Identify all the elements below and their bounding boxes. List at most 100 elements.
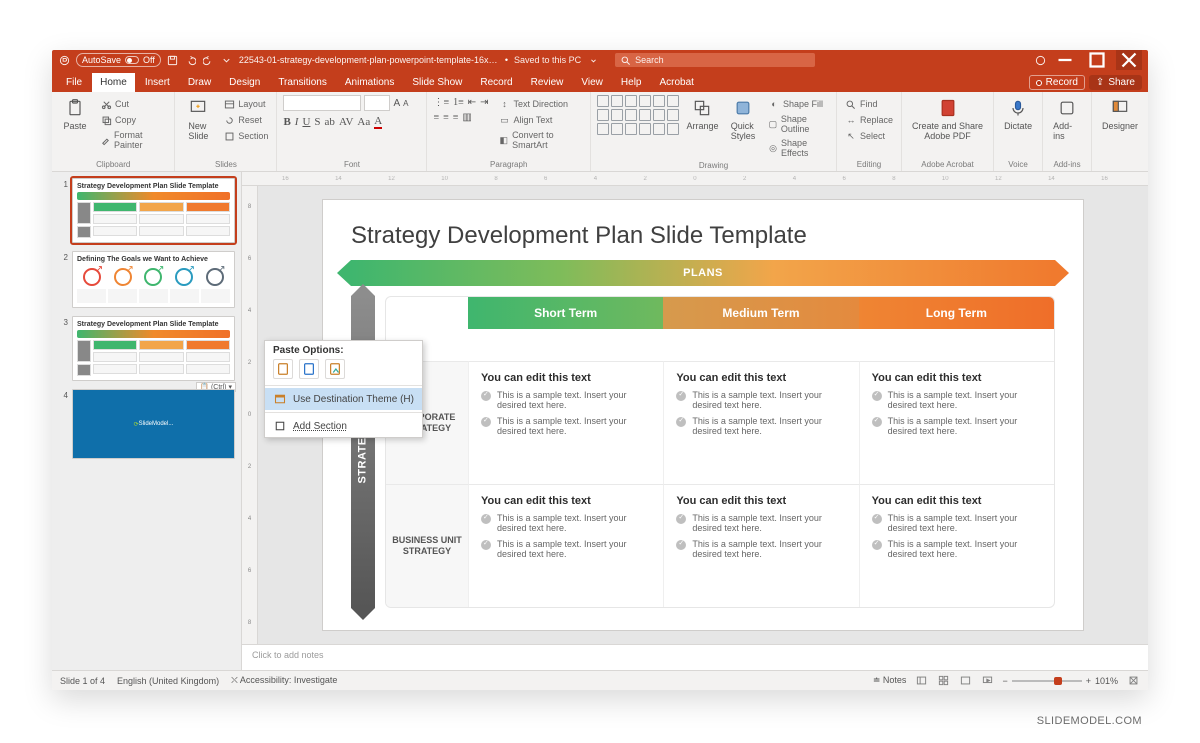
record-button[interactable]: Record bbox=[1029, 75, 1085, 90]
tab-file[interactable]: File bbox=[58, 73, 90, 92]
font-family-combo[interactable] bbox=[283, 95, 361, 111]
cell-r2c3[interactable]: You can edit this textThis is a sample t… bbox=[859, 484, 1054, 607]
designer-button[interactable]: Designer bbox=[1098, 95, 1142, 133]
cut-button[interactable]: Cut bbox=[98, 97, 168, 111]
align-left-button[interactable]: ≡ bbox=[433, 112, 439, 123]
paste-option-1[interactable] bbox=[273, 359, 293, 379]
tab-insert[interactable]: Insert bbox=[137, 73, 178, 92]
dictate-button[interactable]: Dictate bbox=[1000, 95, 1036, 133]
thumbnail-3[interactable]: 3 Strategy Development Plan Slide Templa… bbox=[58, 316, 235, 381]
select-button[interactable]: ↖Select bbox=[843, 129, 895, 143]
normal-view-button[interactable] bbox=[914, 674, 928, 688]
align-text-button[interactable]: ▭Align Text bbox=[497, 113, 584, 127]
shape-effects-button[interactable]: ◎Shape Effects bbox=[766, 137, 830, 159]
zoom-slider[interactable]: − + 101% bbox=[1002, 676, 1118, 686]
reading-view-button[interactable] bbox=[958, 674, 972, 688]
shadow-button[interactable]: ab bbox=[325, 116, 335, 128]
bold-button[interactable]: B bbox=[283, 116, 290, 128]
tab-view[interactable]: View bbox=[573, 73, 611, 92]
account-icon[interactable] bbox=[1034, 54, 1046, 66]
reset-button[interactable]: Reset bbox=[221, 113, 270, 127]
font-color-button[interactable]: A bbox=[374, 115, 382, 129]
paste-option-2[interactable] bbox=[299, 359, 319, 379]
tab-animations[interactable]: Animations bbox=[337, 73, 402, 92]
indent-inc-button[interactable]: ⇥ bbox=[480, 97, 488, 108]
share-button[interactable]: ⇪Share bbox=[1089, 75, 1142, 90]
shape-outline-button[interactable]: ▢Shape Outline bbox=[766, 113, 830, 135]
find-button[interactable]: Find bbox=[843, 97, 895, 111]
new-slide-button[interactable]: New Slide bbox=[181, 95, 215, 143]
thumbnail-2[interactable]: 2 Defining The Goals we Want to Achieve bbox=[58, 251, 235, 308]
strike-button[interactable]: S bbox=[314, 116, 320, 128]
col-long-term[interactable]: Long Term bbox=[859, 297, 1054, 329]
close-button[interactable] bbox=[1116, 50, 1142, 70]
tab-record[interactable]: Record bbox=[472, 73, 520, 92]
zoom-out-button[interactable]: − bbox=[1002, 676, 1007, 686]
columns-button[interactable]: ▥ bbox=[462, 112, 471, 123]
add-section-item[interactable]: Add Section bbox=[265, 415, 422, 437]
indent-dec-button[interactable]: ⇤ bbox=[468, 97, 476, 108]
copy-button[interactable]: Copy bbox=[98, 113, 168, 127]
fit-window-button[interactable] bbox=[1126, 674, 1140, 688]
replace-button[interactable]: ↔Replace bbox=[843, 113, 895, 127]
tab-design[interactable]: Design bbox=[221, 73, 268, 92]
align-center-button[interactable]: ≡ bbox=[443, 112, 449, 123]
use-destination-theme-item[interactable]: Use Destination Theme (H) bbox=[265, 388, 422, 410]
spacing-button[interactable]: AV bbox=[339, 116, 353, 128]
tab-transitions[interactable]: Transitions bbox=[270, 73, 335, 92]
tab-acrobat[interactable]: Acrobat bbox=[651, 73, 701, 92]
shape-fill-button[interactable]: ◐Shape Fill bbox=[766, 97, 830, 111]
underline-button[interactable]: U bbox=[302, 116, 310, 128]
col-short-term[interactable]: Short Term bbox=[468, 297, 663, 329]
bullets-button[interactable]: ⋮≡ bbox=[433, 97, 449, 108]
save-icon[interactable] bbox=[167, 54, 179, 66]
search-box[interactable] bbox=[615, 53, 815, 67]
tab-home[interactable]: Home bbox=[92, 73, 135, 92]
tab-draw[interactable]: Draw bbox=[180, 73, 219, 92]
quick-styles-button[interactable]: Quick Styles bbox=[726, 95, 760, 143]
slide-thumbnails-pane[interactable]: 1 Strategy Development Plan Slide Templa… bbox=[52, 172, 242, 670]
slideshow-view-button[interactable] bbox=[980, 674, 994, 688]
layout-button[interactable]: Layout bbox=[221, 97, 270, 111]
slide-title[interactable]: Strategy Development Plan Slide Template bbox=[351, 222, 1055, 250]
strategy-matrix[interactable]: Short Term Medium Term Long Term CORPORA… bbox=[385, 296, 1055, 608]
autosave-toggle[interactable]: AutoSave Off bbox=[76, 53, 161, 67]
maximize-button[interactable] bbox=[1084, 50, 1110, 70]
arrange-button[interactable]: Arrange bbox=[685, 95, 720, 133]
addins-button[interactable]: Add-ins bbox=[1049, 95, 1085, 143]
notes-pane[interactable]: Click to add notes bbox=[242, 644, 1148, 670]
cell-r2c1[interactable]: You can edit this textThis is a sample t… bbox=[468, 484, 663, 607]
search-input[interactable] bbox=[635, 55, 810, 65]
language-indicator[interactable]: English (United Kingdom) bbox=[117, 676, 219, 686]
shapes-gallery[interactable] bbox=[597, 95, 679, 135]
section-button[interactable]: Section bbox=[221, 129, 270, 143]
thumbnail-1[interactable]: 1 Strategy Development Plan Slide Templa… bbox=[58, 178, 235, 243]
undo-icon[interactable] bbox=[185, 54, 197, 66]
redo-icon[interactable] bbox=[203, 54, 215, 66]
case-button[interactable]: Aa bbox=[357, 116, 370, 128]
qa-dropdown-icon[interactable] bbox=[221, 54, 233, 66]
accessibility-indicator[interactable]: ⛌ Accessibility: Investigate bbox=[231, 675, 337, 686]
cell-r1c1[interactable]: You can edit this textThis is a sample t… bbox=[468, 361, 663, 484]
cell-r1c2[interactable]: You can edit this textThis is a sample t… bbox=[663, 361, 858, 484]
chevron-down-icon[interactable] bbox=[587, 54, 599, 66]
zoom-in-button[interactable]: + bbox=[1086, 676, 1091, 686]
smartart-button[interactable]: ◧Convert to SmartArt bbox=[497, 129, 584, 151]
tab-help[interactable]: Help bbox=[613, 73, 650, 92]
sorter-view-button[interactable] bbox=[936, 674, 950, 688]
format-painter-button[interactable]: Format Painter bbox=[98, 129, 168, 151]
slide-counter[interactable]: Slide 1 of 4 bbox=[60, 676, 105, 686]
minimize-button[interactable] bbox=[1052, 50, 1078, 70]
numbering-button[interactable]: 1≡ bbox=[453, 97, 464, 108]
notes-toggle[interactable]: ≐ Notes bbox=[873, 675, 907, 686]
plans-arrow[interactable]: PLANS bbox=[351, 260, 1055, 286]
tab-slideshow[interactable]: Slide Show bbox=[404, 73, 470, 92]
tab-review[interactable]: Review bbox=[523, 73, 572, 92]
paste-option-3[interactable] bbox=[325, 359, 345, 379]
slide-content[interactable]: Strategy Development Plan Slide Template… bbox=[323, 200, 1083, 630]
italic-button[interactable]: I bbox=[295, 116, 299, 128]
zoom-percent[interactable]: 101% bbox=[1095, 676, 1118, 686]
text-direction-button[interactable]: ↕Text Direction bbox=[497, 97, 584, 111]
row-business[interactable]: BUSINESS UNIT STRATEGY bbox=[386, 484, 468, 607]
grow-font-button[interactable]: A bbox=[393, 98, 400, 109]
